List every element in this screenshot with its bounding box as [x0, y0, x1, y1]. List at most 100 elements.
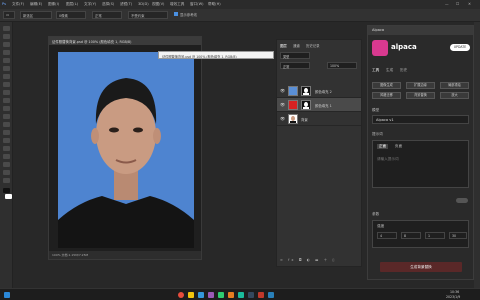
- upscale-button[interactable]: 放大: [440, 92, 469, 99]
- blur-tool-icon[interactable]: [3, 122, 10, 127]
- adjustment-icon[interactable]: ◐: [307, 258, 312, 262]
- lasso-tool-icon[interactable]: [3, 42, 10, 47]
- crop-tool-icon[interactable]: [3, 58, 10, 63]
- prompt-tab-negative[interactable]: 负面: [395, 144, 402, 149]
- folder-icon[interactable]: ▬: [315, 258, 320, 262]
- layer-row-selected[interactable]: 👁 颜色填充 1: [277, 98, 361, 112]
- app-icon[interactable]: [248, 292, 254, 298]
- app-icon[interactable]: [208, 292, 214, 298]
- window-maximize-icon[interactable]: ☐: [456, 2, 459, 6]
- brush-tool-icon[interactable]: [3, 82, 10, 87]
- foreground-color-icon[interactable]: [3, 188, 10, 193]
- menu-item[interactable]: 滤镜(T): [120, 2, 132, 7]
- start-icon[interactable]: [4, 292, 10, 298]
- dodge-tool-icon[interactable]: [3, 130, 10, 135]
- model-select[interactable]: Alpaca v1: [372, 115, 469, 124]
- app-icon[interactable]: [258, 292, 264, 298]
- portrait-photo[interactable]: [58, 52, 194, 248]
- generate-button[interactable]: 生成背景替换: [380, 262, 462, 272]
- feather-field[interactable]: 0像素: [56, 11, 86, 19]
- menu-item[interactable]: 图层(L): [66, 2, 78, 7]
- tab-tools[interactable]: 工具: [372, 68, 379, 73]
- type-tool-icon[interactable]: [3, 146, 10, 151]
- window-close-icon[interactable]: ✕: [468, 2, 471, 6]
- blend-mode-select[interactable]: 正常: [280, 62, 310, 69]
- healing-tool-icon[interactable]: [3, 74, 10, 79]
- document-tab[interactable]: 证件照替换背景.psd @ 100% (颜色填充 1, RGB/8): [49, 37, 201, 45]
- opacity-field[interactable]: 100%: [327, 62, 357, 69]
- menu-item[interactable]: 3D(D): [138, 2, 149, 6]
- style-transfer-button[interactable]: 风格迁移: [372, 92, 401, 99]
- menu-item[interactable]: 文件(F): [12, 2, 24, 7]
- prompt-input[interactable]: 请输入提示词: [377, 157, 399, 162]
- menu-item[interactable]: 视图(V): [152, 2, 164, 7]
- quick-select-tool-icon[interactable]: [3, 50, 10, 55]
- eraser-tool-icon[interactable]: [3, 106, 10, 111]
- prompt-tab-positive[interactable]: 正面: [377, 144, 389, 149]
- path-select-tool-icon[interactable]: [3, 154, 10, 159]
- app-icon[interactable]: [268, 292, 274, 298]
- param-field[interactable]: 8: [401, 232, 421, 239]
- marquee-tool-icon[interactable]: ▭: [3, 11, 15, 19]
- param-field[interactable]: 30: [449, 232, 467, 239]
- menu-item[interactable]: 图像(I): [48, 2, 59, 7]
- history-brush-tool-icon[interactable]: [3, 98, 10, 103]
- taskbar: 10:36 2023/1/9: [0, 288, 480, 300]
- shape-tool-icon[interactable]: [3, 162, 10, 167]
- trash-icon[interactable]: ▯: [332, 258, 336, 262]
- param-field[interactable]: 4: [377, 232, 397, 239]
- app-icon[interactable]: [198, 292, 204, 298]
- app-icon[interactable]: [218, 292, 224, 298]
- move-tool-icon[interactable]: [3, 26, 10, 31]
- update-button[interactable]: UPDATE: [450, 44, 470, 51]
- extend-edge-button[interactable]: 扩展边缘: [406, 82, 435, 89]
- layer-row[interactable]: 👁 颜色填充 2: [277, 84, 361, 98]
- tab-history[interactable]: 历史记录: [306, 43, 320, 48]
- layer-row[interactable]: 👁 背景: [277, 112, 361, 126]
- menu-item[interactable]: 编辑(E): [30, 2, 42, 7]
- app-icon[interactable]: [228, 292, 234, 298]
- menu-item[interactable]: 窗口(W): [190, 2, 204, 7]
- eyedropper-tool-icon[interactable]: [3, 66, 10, 71]
- app-icon[interactable]: [238, 292, 244, 298]
- document-status: 100% 文档:1.15M/7.25M: [49, 251, 201, 259]
- image-generate-button[interactable]: 图像生成: [372, 82, 401, 89]
- menu-item[interactable]: 选择(S): [102, 2, 114, 7]
- tab-layers[interactable]: 图层: [280, 43, 287, 48]
- style-select[interactable]: 正常: [92, 11, 122, 19]
- app-icon[interactable]: [188, 292, 194, 298]
- stamp-tool-icon[interactable]: [3, 90, 10, 95]
- param-field[interactable]: 1: [425, 232, 445, 239]
- ps-logo-icon[interactable]: Ps: [2, 2, 6, 6]
- new-layer-icon[interactable]: ＋: [324, 258, 330, 262]
- visibility-eye-icon[interactable]: 👁: [280, 116, 285, 121]
- toggle-switch[interactable]: [456, 198, 468, 203]
- guides-checkbox[interactable]: 显示参考线: [172, 11, 218, 19]
- tab-history[interactable]: 历史: [400, 68, 407, 73]
- selection-mode-select[interactable]: 新选区: [20, 11, 52, 19]
- menu-item[interactable]: 增效工具: [170, 2, 184, 7]
- background-color-icon[interactable]: [5, 194, 12, 199]
- visibility-eye-icon[interactable]: 👁: [280, 88, 285, 93]
- tab-channels[interactable]: 通道: [293, 43, 300, 48]
- ratio-select[interactable]: 不受约束: [128, 11, 168, 19]
- window-minimize-icon[interactable]: —: [445, 2, 449, 6]
- menu-item[interactable]: 帮助(H): [208, 2, 221, 7]
- app-icon[interactable]: [178, 292, 184, 298]
- menu-item[interactable]: 文字(Y): [84, 2, 96, 7]
- marquee-tool-icon[interactable]: [3, 34, 10, 39]
- mask-icon[interactable]: ◘: [299, 258, 304, 262]
- visibility-eye-icon[interactable]: 👁: [280, 102, 285, 107]
- layer-filter-select[interactable]: 类型: [280, 52, 310, 59]
- link-icon[interactable]: ∞: [280, 258, 285, 262]
- tools-panel: [0, 22, 13, 288]
- hand-tool-icon[interactable]: [3, 170, 10, 175]
- background-replace-button[interactable]: 背景替换: [406, 92, 435, 99]
- zoom-tool-icon[interactable]: [3, 178, 10, 183]
- gradient-tool-icon[interactable]: [3, 114, 10, 119]
- document-window[interactable]: 证件照替换背景.psd @ 100% (颜色填充 1, RGB/8) 100% …: [48, 36, 202, 260]
- pen-tool-icon[interactable]: [3, 138, 10, 143]
- inpaint-button[interactable]: 局部重绘: [440, 82, 469, 89]
- fx-icon[interactable]: fx: [288, 258, 295, 262]
- tab-generate[interactable]: 生成: [386, 68, 393, 73]
